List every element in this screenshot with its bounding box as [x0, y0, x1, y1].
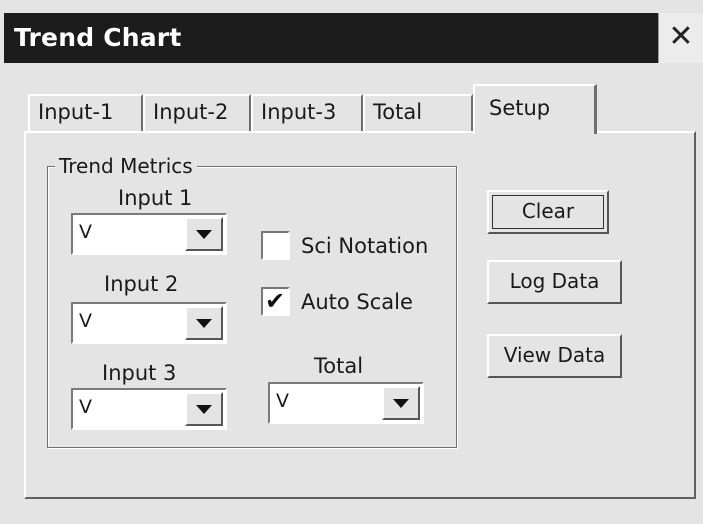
trend-metrics-legend: Trend Metrics: [55, 154, 197, 178]
sci-notation-label: Sci Notation: [301, 234, 429, 258]
auto-scale-label: Auto Scale: [301, 290, 413, 314]
total-dropdown-button[interactable]: [382, 386, 420, 420]
input-1-select[interactable]: V: [71, 213, 227, 255]
input-2-dropdown-button[interactable]: [185, 306, 223, 340]
sci-notation-checkbox[interactable]: [261, 231, 290, 260]
chevron-down-icon: [196, 319, 212, 328]
auto-scale-checkbox[interactable]: ✔: [261, 287, 290, 316]
total-select[interactable]: V: [268, 382, 424, 424]
view-data-button[interactable]: View Data: [487, 334, 622, 378]
close-icon[interactable]: ✕: [658, 13, 703, 63]
total-label: Total: [314, 354, 364, 378]
total-value: V: [276, 390, 289, 412]
input-3-dropdown-button[interactable]: [185, 392, 223, 426]
input-2-label: Input 2: [104, 272, 179, 296]
chevron-down-icon: [393, 399, 409, 408]
input-3-select[interactable]: V: [71, 388, 227, 430]
trend-chart-window: Trend Chart ✕ Input-1 Input-2 Input-3 To…: [0, 0, 703, 524]
input-2-value: V: [79, 310, 92, 332]
window-title: Trend Chart: [14, 23, 182, 52]
tab-input-3[interactable]: Input-3: [251, 94, 363, 132]
input-1-value: V: [79, 221, 92, 243]
input-1-dropdown-button[interactable]: [185, 217, 223, 251]
tab-input-2[interactable]: Input-2: [143, 94, 251, 132]
input-3-value: V: [79, 396, 92, 418]
tab-setup[interactable]: Setup: [473, 84, 597, 134]
chevron-down-icon: [196, 230, 212, 239]
log-data-button[interactable]: Log Data: [487, 260, 622, 304]
chevron-down-icon: [196, 405, 212, 414]
input-1-label: Input 1: [118, 186, 193, 210]
title-bar[interactable]: Trend Chart: [4, 13, 658, 63]
input-2-select[interactable]: V: [71, 302, 227, 344]
checkmark-icon: ✔: [265, 287, 286, 315]
input-3-label: Input 3: [102, 361, 177, 385]
clear-button[interactable]: Clear: [487, 190, 609, 234]
tab-input-1[interactable]: Input-1: [28, 94, 143, 132]
tab-total[interactable]: Total: [363, 94, 473, 132]
